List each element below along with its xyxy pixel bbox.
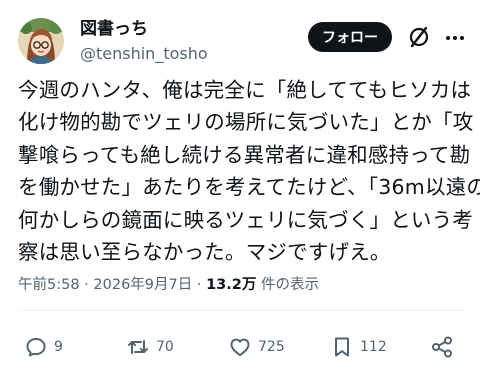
retweet-count: 70 bbox=[156, 339, 174, 355]
grok-icon[interactable] bbox=[406, 24, 432, 50]
retweet-icon bbox=[128, 340, 148, 354]
reply-button[interactable]: 9 bbox=[24, 334, 63, 360]
like-button[interactable]: 725 bbox=[228, 334, 285, 360]
divider bbox=[18, 310, 466, 311]
user-handle[interactable]: @tenshin_tosho bbox=[80, 43, 208, 65]
meta-separator: · bbox=[79, 277, 94, 293]
post-line: 化け物的勘でツェリの場所に気づいた」とか「攻 bbox=[18, 110, 474, 135]
post-line: 察は思い至らなかった。マジですげえ。 bbox=[18, 240, 391, 265]
post-text: 今週のハンタ、俺は完全に「絶しててもヒソカは 化け物的勘でツェリの場所に気づいた… bbox=[18, 74, 480, 268]
post-line: 撃喰らっても絶し続ける異常者に違和感持って勘 bbox=[18, 142, 471, 167]
bookmark-icon bbox=[335, 337, 349, 357]
post-meta: 午前5:58 · 2026年9月7日 · 13.2万 件の表示 bbox=[18, 275, 319, 295]
retweet-button[interactable]: 70 bbox=[126, 334, 174, 360]
bookmark-button[interactable]: 112 bbox=[330, 334, 387, 360]
post-line: 今週のハンタ、俺は完全に「絶しててもヒソカは bbox=[18, 78, 472, 102]
reply-count: 9 bbox=[54, 339, 63, 355]
reply-icon bbox=[26, 338, 46, 357]
share-icon bbox=[432, 336, 452, 358]
post-time[interactable]: 午前5:58 bbox=[18, 277, 80, 293]
more-icon[interactable] bbox=[444, 28, 466, 48]
follow-button[interactable]: フォロー bbox=[308, 22, 392, 52]
avatar[interactable] bbox=[18, 18, 64, 64]
view-count[interactable]: 13.2万 bbox=[206, 277, 256, 293]
view-count-suffix: 件の表示 bbox=[256, 277, 319, 293]
bookmark-count: 112 bbox=[360, 339, 387, 355]
avatar-illustration bbox=[18, 18, 64, 64]
display-name[interactable]: 図書っち bbox=[80, 18, 148, 40]
post-date[interactable]: 2026年9月7日 bbox=[93, 277, 192, 293]
post-line: を働かせた」あたりを考えてたけど、「36m以遠の bbox=[18, 175, 480, 200]
like-count: 725 bbox=[258, 339, 285, 355]
share-button[interactable] bbox=[430, 334, 454, 360]
meta-separator: · bbox=[192, 277, 207, 293]
post-line: 何かしらの鏡面に映るツェリに気づく」という考 bbox=[18, 207, 473, 232]
like-icon bbox=[230, 338, 250, 356]
